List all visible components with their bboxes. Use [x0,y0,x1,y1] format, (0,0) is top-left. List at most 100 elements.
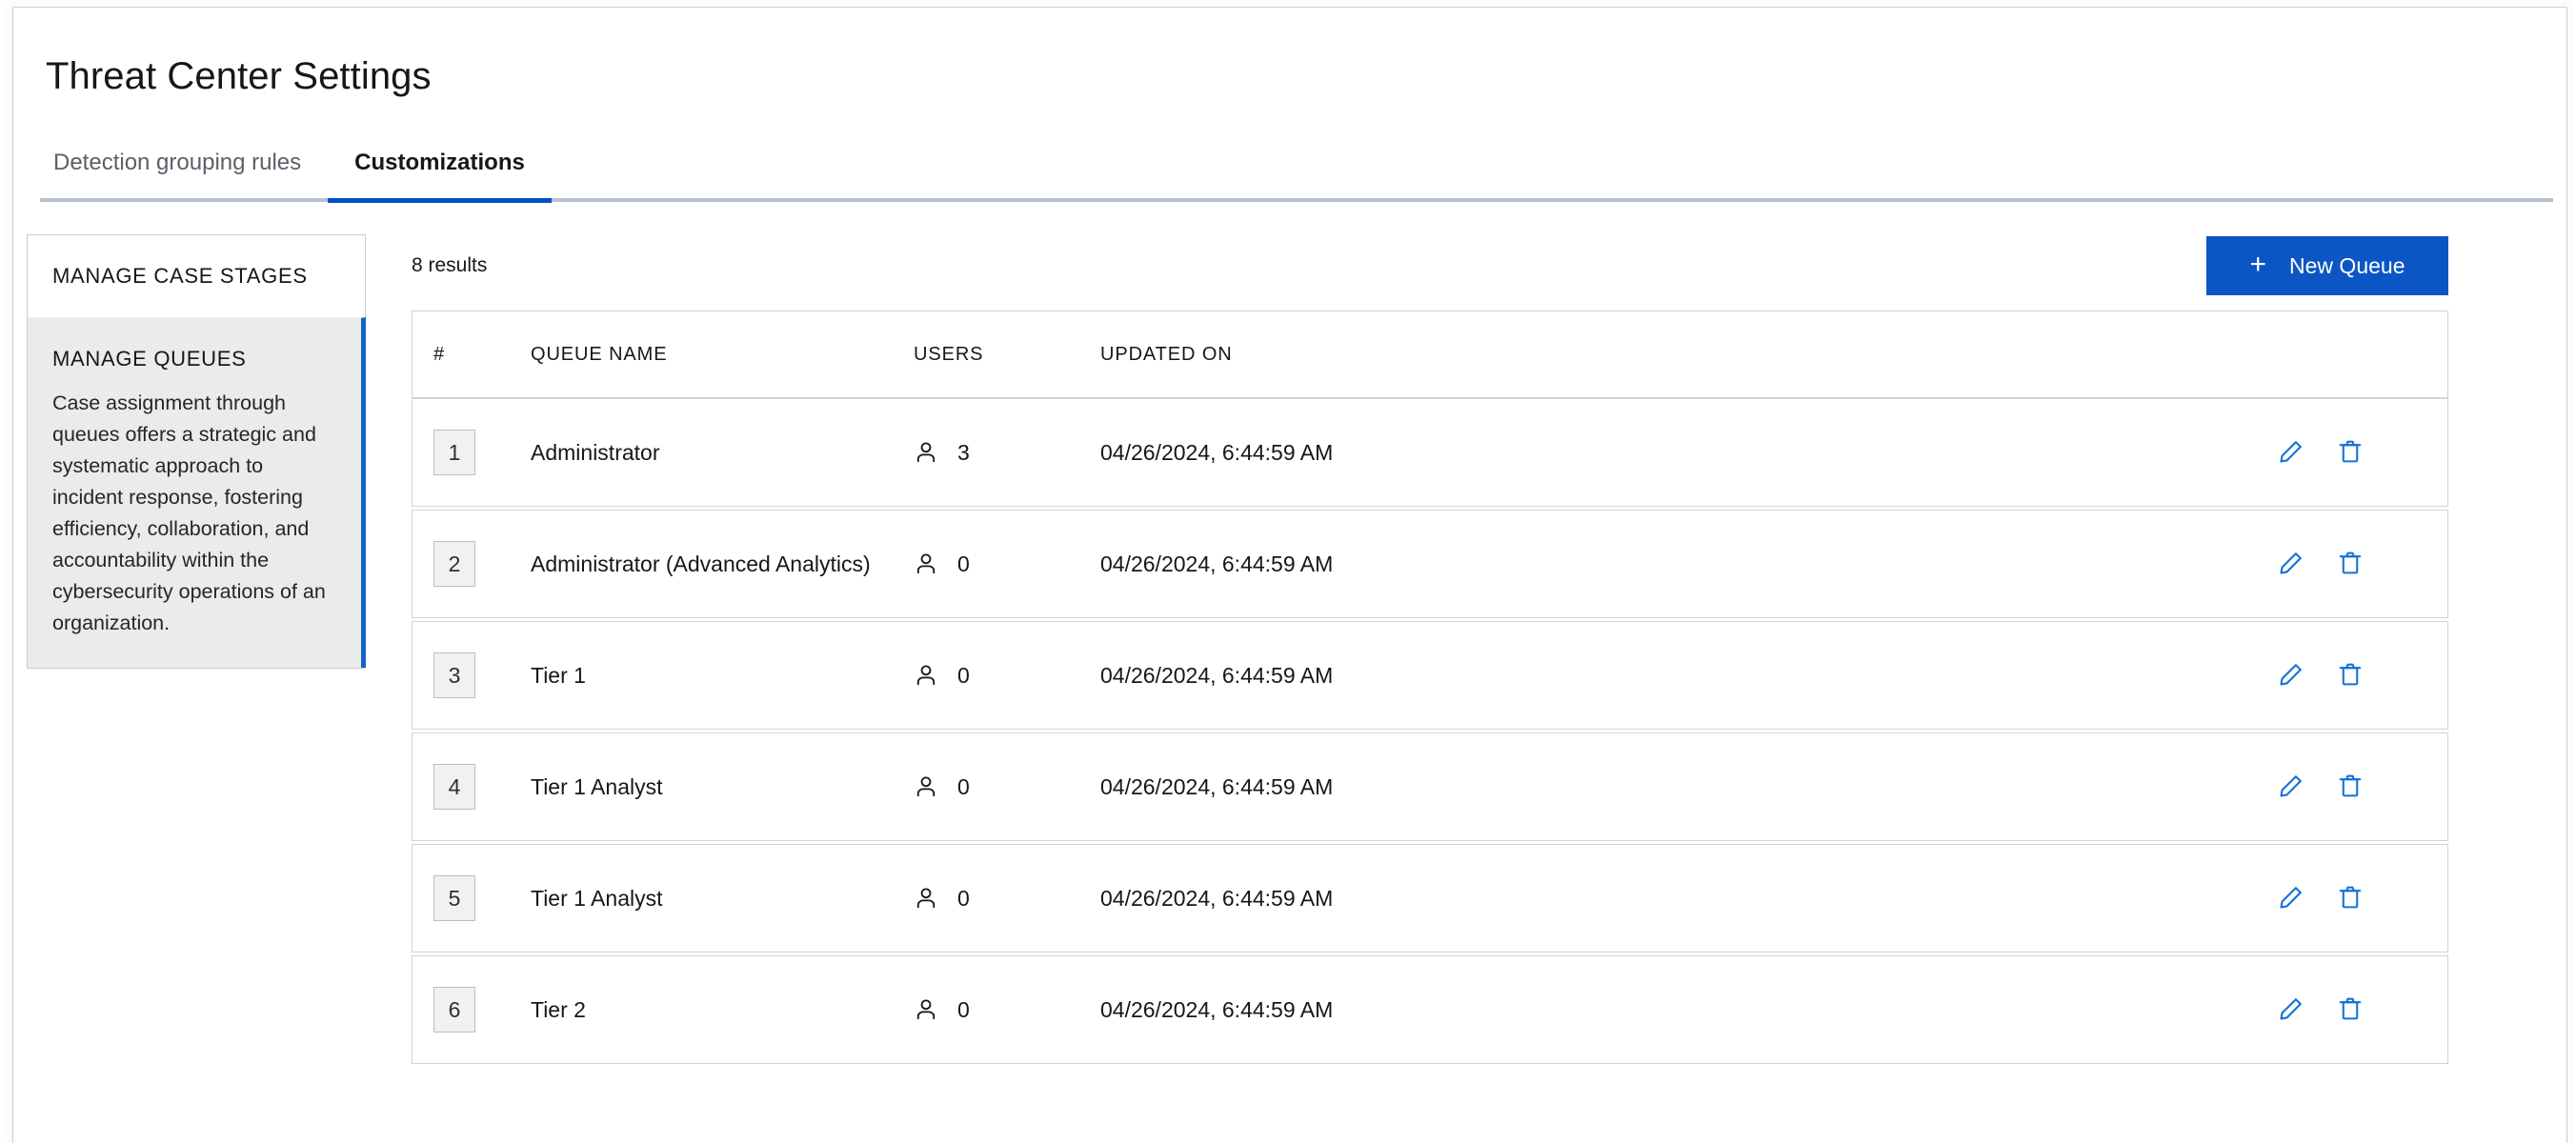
queue-name-label: Tier 1 Analyst [531,885,663,911]
sidebar-item-label: MANAGE CASE STAGES [52,264,308,288]
row-index-cell: 6 [413,987,531,1033]
table-row[interactable]: 3 Tier 1 0 04/26/2024, 6:44:59 AM [412,621,2448,730]
row-actions-cell [2264,768,2447,806]
app-window: Threat Center Settings Detection groupin… [0,0,2576,1143]
users-count-label: 0 [957,662,970,688]
row-index-badge: 3 [433,652,475,698]
users-count-label: 0 [957,996,970,1022]
row-index-cell: 5 [413,875,531,921]
row-updated-on-cell: 04/26/2024, 6:44:59 AM [1026,997,2264,1023]
users-count-label: 3 [957,439,970,465]
tab-label: Detection grouping rules [53,150,302,175]
edit-row-button[interactable] [2272,433,2310,471]
column-header-users: USERS [914,343,984,365]
column-header-updated-on: UPDATED ON [1100,343,1233,365]
row-actions-cell [2264,433,2447,471]
tab-detection-grouping-rules[interactable]: Detection grouping rules [27,149,328,198]
row-users-cell: 3 [914,439,1026,466]
delete-row-button[interactable] [2331,879,2369,917]
edit-row-button[interactable] [2272,545,2310,583]
row-updated-on-cell: 04/26/2024, 6:44:59 AM [1026,663,2264,689]
row-users-cell: 0 [914,996,1026,1023]
row-queue-name-cell: Tier 1 Analyst [531,886,914,912]
person-icon [914,773,938,800]
table-row[interactable]: 1 Administrator 3 04/26/2024, 6:44:59 AM [412,398,2448,507]
sidebar-item-manage-case-stages[interactable]: MANAGE CASE STAGES [28,235,366,317]
edit-row-button[interactable] [2272,991,2310,1029]
pencil-icon [2278,884,2304,913]
updated-on-label: 04/26/2024, 6:44:59 AM [1100,885,1334,911]
table-row[interactable]: 4 Tier 1 Analyst 0 04/26/2024, 6:44:59 A… [412,732,2448,841]
row-index-badge: 6 [433,987,475,1033]
sidebar-item-manage-queues[interactable]: MANAGE QUEUES Case assignment through qu… [28,317,366,668]
delete-row-button[interactable] [2331,656,2369,694]
tab-active-indicator [328,198,552,203]
row-queue-name-cell: Tier 1 [531,663,914,689]
edit-row-button[interactable] [2272,879,2310,917]
person-icon [914,662,938,689]
row-queue-name-cell: Administrator (Advanced Analytics) [531,551,914,577]
queue-name-label: Administrator (Advanced Analytics) [531,551,871,576]
table-row[interactable]: 6 Tier 2 0 04/26/2024, 6:44:59 AM [412,955,2448,1064]
queue-name-label: Tier 1 Analyst [531,773,663,799]
new-queue-button[interactable]: + New Queue [2206,236,2448,295]
table-header-row: # QUEUE NAME USERS UPDATED ON [412,311,2448,398]
table-row[interactable]: 2 Administrator (Advanced Analytics) 0 0… [412,510,2448,618]
row-index-badge: 2 [433,541,475,587]
row-updated-on-cell: 04/26/2024, 6:44:59 AM [1026,886,2264,912]
tab-bar: Detection grouping rules Customizations [27,149,2553,203]
queue-name-label: Administrator [531,439,660,465]
trash-icon [2337,550,2364,579]
pencil-icon [2278,550,2304,579]
row-updated-on-cell: 04/26/2024, 6:44:59 AM [1026,440,2264,466]
column-header-index: # [433,343,446,365]
updated-on-label: 04/26/2024, 6:44:59 AM [1100,662,1334,688]
row-users-cell: 0 [914,551,1026,577]
row-users-cell: 0 [914,662,1026,689]
tab-customizations[interactable]: Customizations [328,149,552,198]
row-users-cell: 0 [914,773,1026,800]
person-icon [914,551,938,577]
row-queue-name-cell: Tier 1 Analyst [531,774,914,800]
trash-icon [2337,438,2364,468]
delete-row-button[interactable] [2331,768,2369,806]
row-updated-on-cell: 04/26/2024, 6:44:59 AM [1026,774,2264,800]
sidebar-item-description: Case assignment through queues offers a … [52,391,326,634]
delete-row-button[interactable] [2331,433,2369,471]
updated-on-label: 04/26/2024, 6:44:59 AM [1100,996,1334,1022]
row-index-badge: 1 [433,430,475,475]
users-count-label: 0 [957,885,970,911]
queues-table: # QUEUE NAME USERS UPDATED ON 1 Administ… [412,311,2448,1067]
row-actions-cell [2264,991,2447,1029]
pencil-icon [2278,438,2304,468]
edit-row-button[interactable] [2272,656,2310,694]
person-icon [914,996,938,1023]
row-updated-on-cell: 04/26/2024, 6:44:59 AM [1026,551,2264,577]
updated-on-label: 04/26/2024, 6:44:59 AM [1100,439,1334,465]
users-count-label: 0 [957,773,970,799]
row-index-cell: 2 [413,541,531,587]
trash-icon [2337,661,2364,691]
row-index-badge: 4 [433,764,475,810]
table-row[interactable]: 5 Tier 1 Analyst 0 04/26/2024, 6:44:59 A… [412,844,2448,952]
pencil-icon [2278,661,2304,691]
row-index-cell: 4 [413,764,531,810]
delete-row-button[interactable] [2331,991,2369,1029]
row-queue-name-cell: Tier 2 [531,997,914,1023]
queue-name-label: Tier 1 [531,662,586,688]
person-icon [914,885,938,912]
updated-on-label: 04/26/2024, 6:44:59 AM [1100,551,1334,576]
new-queue-button-label: New Queue [2289,252,2405,278]
sidebar-item-label: MANAGE QUEUES [52,347,247,371]
row-index-cell: 1 [413,430,531,475]
plus-icon: + [2249,249,2267,280]
updated-on-label: 04/26/2024, 6:44:59 AM [1100,773,1334,799]
row-users-cell: 0 [914,885,1026,912]
page-title: Threat Center Settings [46,55,432,97]
edit-row-button[interactable] [2272,768,2310,806]
results-count: 8 results [412,254,488,276]
row-index-cell: 3 [413,652,531,698]
delete-row-button[interactable] [2331,545,2369,583]
queue-name-label: Tier 2 [531,996,586,1022]
trash-icon [2337,772,2364,802]
